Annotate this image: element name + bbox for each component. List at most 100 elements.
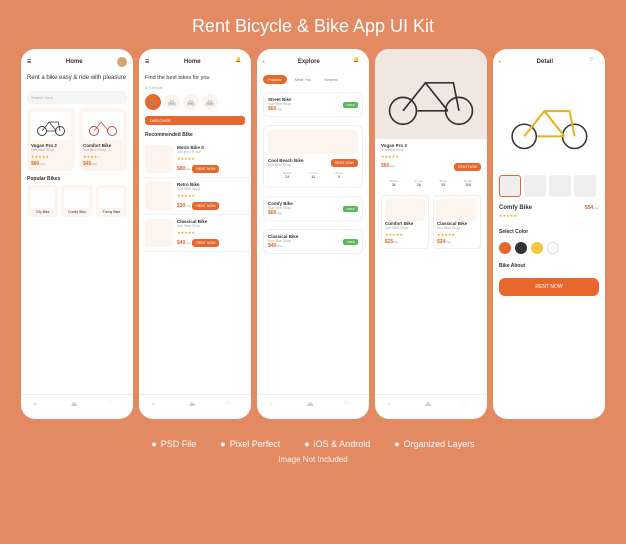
- bike-image: [31, 112, 71, 140]
- color-swatch[interactable]: [515, 242, 527, 254]
- explore-card[interactable]: Street BikeKun Bike Shop$60/dayOPEN: [263, 92, 363, 117]
- color-swatch[interactable]: [547, 242, 559, 254]
- feature-label: PSD File: [161, 439, 197, 449]
- thumbnail[interactable]: [574, 175, 596, 197]
- profile-icon[interactable]: ♡: [108, 401, 120, 413]
- bike-thumb: [145, 219, 173, 247]
- category-chip[interactable]: 🚲: [183, 94, 199, 110]
- avatar[interactable]: [117, 57, 127, 67]
- bike-icon[interactable]: 🚲: [71, 401, 83, 413]
- rating-stars: ★★★★★: [177, 156, 245, 161]
- profile-icon[interactable]: ♡: [462, 401, 474, 413]
- category-chip[interactable]: 🚲: [164, 94, 180, 110]
- color-swatch[interactable]: [499, 242, 511, 254]
- header: ‹ Explore 🔔: [257, 49, 369, 71]
- pill-nearyou[interactable]: Near You: [290, 75, 316, 84]
- home-icon[interactable]: ⌂: [270, 401, 282, 413]
- price-per: /day: [276, 211, 282, 215]
- list-item[interactable]: Classical Bike Kun Bike Shop ★★★★★ $40/d…: [139, 215, 251, 252]
- bike-shop: Kun Bike Shop: [381, 148, 481, 152]
- rent-button[interactable]: RENT NOW: [331, 159, 358, 167]
- profile-icon[interactable]: ♡: [344, 401, 356, 413]
- featured-card[interactable]: Vogan Pro 2 Kun Bike Shop ★★★★★ $60/day: [27, 108, 75, 171]
- price-per: /day: [91, 162, 97, 166]
- filter-pills: Popular Near You Newest: [257, 71, 369, 88]
- featured-card[interactable]: Comfort Bike Kun Bike Shop ★★★★☆ $45/day: [79, 108, 127, 171]
- list-item[interactable]: Morin Bike II 300 year in use ★★★★★ $80/…: [139, 141, 251, 178]
- bike-thumb: [99, 188, 124, 208]
- bullet-icon: ●: [304, 439, 309, 449]
- popular-card[interactable]: Funny Bike: [96, 185, 127, 217]
- discover-button[interactable]: DISCOVER: [145, 116, 245, 125]
- price-per: /day: [389, 164, 395, 168]
- thumbnail[interactable]: [524, 175, 546, 197]
- rating-stars: ★★★★★: [177, 230, 245, 235]
- spec-item: In use42: [309, 171, 317, 179]
- bell-icon[interactable]: 🔔: [235, 57, 245, 67]
- search-input[interactable]: Search here: [27, 91, 127, 104]
- popular-card[interactable]: Comfy Bike: [61, 185, 92, 217]
- color-swatch[interactable]: [531, 242, 543, 254]
- rent-button[interactable]: RENT NOW: [192, 239, 219, 247]
- bike-icon[interactable]: 🚲: [189, 401, 201, 413]
- back-icon[interactable]: ‹: [263, 59, 265, 65]
- header: ‹ Detail ♡: [493, 49, 605, 71]
- page-title: Rent Bicycle & Bike App UI Kit: [0, 0, 626, 49]
- header: ☰ Home 🔔: [139, 49, 251, 71]
- bike-icon[interactable]: 🚲: [307, 401, 319, 413]
- bike-thumb: [385, 199, 425, 221]
- home-icon[interactable]: ⌂: [388, 401, 400, 413]
- rating-stars: ★★★★★: [381, 154, 481, 159]
- category-chip[interactable]: 🚲: [145, 94, 161, 110]
- hero-image: [375, 49, 487, 139]
- spec-item: In use26: [415, 179, 423, 187]
- spec-item: Broke63: [440, 179, 448, 187]
- thumbnail[interactable]: [549, 175, 571, 197]
- hero-image: [493, 71, 605, 171]
- rent-button[interactable]: RENT NOW: [454, 163, 481, 171]
- pill-newest[interactable]: Newest: [319, 75, 342, 84]
- rent-button[interactable]: RENT NOW: [192, 202, 219, 210]
- bell-icon[interactable]: 🔔: [353, 57, 363, 67]
- bottom-nav: ⌂ 🚲 ♡: [375, 394, 487, 419]
- bottom-nav: ⌂ 🚲 ♡: [21, 394, 133, 419]
- rent-button[interactable]: RENT NOW: [192, 165, 219, 173]
- category-chip[interactable]: 🚲: [202, 94, 218, 110]
- price-per: /day: [593, 206, 599, 210]
- screens-row: ☰ Home Rent a bike easy & ride with plea…: [0, 49, 626, 419]
- menu-icon[interactable]: ☰: [145, 59, 149, 65]
- menu-icon[interactable]: ☰: [27, 59, 31, 65]
- screen-home-2: ☰ Home 🔔 Find the best bikes for you 870…: [139, 49, 251, 419]
- pill-popular[interactable]: Popular: [263, 75, 287, 84]
- bike-icon[interactable]: 🚲: [425, 401, 437, 413]
- rating-stars: ★★★★★: [31, 154, 71, 159]
- heart-icon[interactable]: ♡: [589, 57, 599, 67]
- bullet-icon: ●: [151, 439, 156, 449]
- profile-icon[interactable]: ♡: [226, 401, 238, 413]
- popular-row: City Bike Comfy Bike Funny Bike: [21, 185, 133, 217]
- recommend-card[interactable]: Comfort Bike Kun Bike Shop ★★★★★ $25/day: [381, 195, 429, 249]
- rent-now-button[interactable]: RENT NOW: [499, 278, 599, 296]
- bottom-nav: ⌂ 🚲 ♡: [257, 394, 369, 419]
- popular-card[interactable]: City Bike: [27, 185, 58, 217]
- bike-name: Comfy Bike: [64, 210, 89, 214]
- open-badge: OPEN: [343, 102, 358, 108]
- home-icon[interactable]: ⌂: [152, 401, 164, 413]
- back-icon[interactable]: ‹: [499, 59, 501, 65]
- list-item[interactable]: Retro Bike Kun Bike Shop ★★★★★ $30/day R…: [139, 178, 251, 215]
- disclaimer-text: Image Not Included: [0, 455, 626, 464]
- explore-card[interactable]: Comfy BikeKun Bike Shop$60/dayOPEN: [263, 196, 363, 221]
- rating-stars: ★★★★★: [499, 213, 599, 218]
- header-title: Home: [66, 59, 83, 65]
- section-title: Popular Bikes: [21, 171, 133, 185]
- spec-item: Broke5: [335, 171, 343, 179]
- home-icon[interactable]: ⌂: [34, 401, 46, 413]
- feature-label: Organized Layers: [404, 439, 475, 449]
- explore-card[interactable]: Cool Beach BikeKun Bike ShopRENT NOW Rea…: [263, 125, 363, 188]
- thumbnail[interactable]: [499, 175, 521, 197]
- spec-item: Ready34: [389, 179, 398, 187]
- explore-card[interactable]: Classical BikeKun Bike Shop$40/dayOPEN: [263, 229, 363, 254]
- featured-row: Vogan Pro 2 Kun Bike Shop ★★★★★ $60/day …: [21, 108, 133, 171]
- bullet-icon: ●: [220, 439, 225, 449]
- recommend-card[interactable]: Classical Bike Kun Bike Shop ★★★★★ $24/d…: [433, 195, 481, 249]
